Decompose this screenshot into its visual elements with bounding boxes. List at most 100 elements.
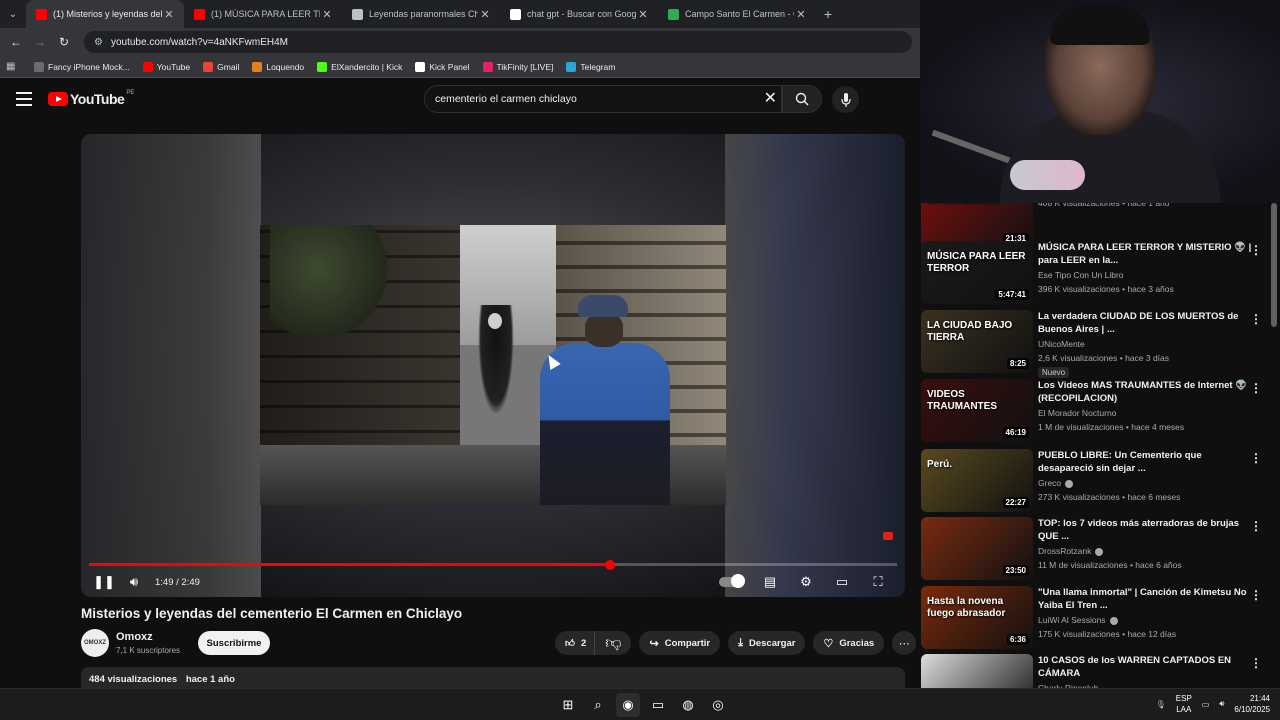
clear-search-icon[interactable]: ✕	[764, 90, 777, 108]
tab-search-icon[interactable]: ⌄	[0, 0, 26, 28]
like-button[interactable]: 👍︎ 2	[555, 631, 596, 655]
address-bar[interactable]: ⚙ youtube.com/watch?v=4aNKFwmEH4M	[84, 31, 912, 53]
chrome-icon[interactable]: ◉	[616, 693, 640, 717]
video-title[interactable]: PUEBLO LIBRE: Un Cementerio que desapare…	[1038, 449, 1258, 475]
more-options-icon[interactable]: ⋮	[1250, 656, 1262, 670]
theater-mode-icon[interactable]: ▭	[827, 570, 857, 594]
browser-tab[interactable]: (1) MÚSICA PARA LEER TERROR✕	[184, 0, 342, 28]
video-title[interactable]: La verdadera CIUDAD DE LOS MUERTOS de Bu…	[1038, 310, 1258, 336]
channel-watermark-icon[interactable]	[883, 532, 893, 540]
recommended-video[interactable]: 10 CASOS de los WARREN CAPTADOS EN CÁMAR…	[920, 654, 1272, 688]
recommended-video[interactable]: MÚSICA PARA LEER TERROR 5:47:41 MÚSICA PAR…	[920, 241, 1272, 305]
video-title[interactable]: 10 CASOS de los WARREN CAPTADOS EN CÁMAR…	[1038, 654, 1258, 680]
bookmark-item[interactable]: TikFinity [LIVE]	[482, 61, 553, 72]
new-tab-button[interactable]: +	[816, 0, 840, 28]
pause-icon[interactable]: ❚❚	[89, 570, 119, 594]
search-button[interactable]	[782, 85, 822, 113]
channel-name[interactable]: DrossRotzank	[1038, 546, 1104, 556]
video-thumbnail[interactable]: Hasta la novena fuego abrasador 6:36	[921, 586, 1033, 649]
video-frame	[260, 225, 726, 505]
site-info-icon[interactable]: ⚙	[94, 37, 103, 48]
bookmark-item[interactable]: Kick Panel	[415, 61, 470, 72]
video-title[interactable]: TOP: los 7 videos más aterradoras de bru…	[1038, 517, 1258, 543]
video-title[interactable]: "Una llama inmortal" | Canción de Kimets…	[1038, 586, 1258, 612]
close-tab-icon[interactable]: ✕	[636, 8, 650, 21]
search-icon[interactable]: ⌕	[586, 693, 610, 717]
reload-icon[interactable]: ↻	[52, 30, 76, 54]
autoplay-toggle[interactable]	[719, 574, 745, 588]
progress-scrubber[interactable]	[605, 559, 616, 570]
channel-name[interactable]: LuiWi Al Sessions	[1038, 615, 1118, 625]
video-title[interactable]: Los Videos MAS TRAUMANTES de Internet 👽 …	[1038, 379, 1258, 405]
browser-tab[interactable]: chat gpt - Buscar con Google ✕	[500, 0, 658, 28]
more-options-icon[interactable]: ⋮	[1250, 312, 1262, 326]
download-button[interactable]: ⤓ Descargar	[728, 631, 806, 655]
microphone-tray-icon[interactable]: 🎙︎	[1156, 700, 1166, 709]
more-options-icon[interactable]: ⋮	[1250, 588, 1262, 602]
video-thumbnail[interactable]: MÚSICA PARA LEER TERROR 5:47:41	[921, 241, 1033, 304]
channel-name[interactable]: Ese Tipo Con Un Libro	[1038, 270, 1124, 280]
channel-name[interactable]: UNicoMente	[1038, 339, 1085, 349]
video-title[interactable]: MÚSICA PARA LEER TERROR Y MISTERIO 👽 | p…	[1038, 241, 1258, 267]
bookmark-item[interactable]: Gmail	[203, 61, 239, 72]
video-thumbnail[interactable]: Perú. 22:27	[921, 449, 1033, 512]
more-options-icon[interactable]: ⋮	[1250, 519, 1262, 533]
forward-icon[interactable]: →	[28, 30, 52, 54]
file-explorer-icon[interactable]: ▭	[646, 693, 670, 717]
fullscreen-icon[interactable]: ⛶	[863, 570, 893, 594]
more-actions-icon[interactable]: ⋯	[892, 631, 917, 655]
speaker-icon[interactable]: 🔊︎	[1219, 699, 1224, 709]
channel-name[interactable]: Omoxz	[116, 631, 180, 643]
network-icon[interactable]: ▭	[1202, 700, 1210, 709]
bookmark-item[interactable]: YouTube	[142, 61, 190, 72]
browser-tab[interactable]: Campo Santo El Carmen - Goog✕	[658, 0, 816, 28]
discord-icon[interactable]: ◍	[676, 693, 700, 717]
recommended-video[interactable]: LA CIUDAD BAJO TIERRA 8:25 La verdadera CI…	[920, 310, 1272, 378]
more-options-icon[interactable]: ⋮	[1250, 451, 1262, 465]
clock[interactable]: 21:44 6/10/2025	[1234, 693, 1270, 715]
subscribe-button[interactable]: Suscribirme	[198, 631, 270, 655]
recommended-video[interactable]: 23:50 TOP: los 7 videos más aterradoras d…	[920, 517, 1272, 581]
browser-tab[interactable]: Leyendas paranormales Chiclay✕	[342, 0, 500, 28]
thanks-button[interactable]: ♡ Gracias	[813, 631, 885, 655]
recommended-video[interactable]: VIDEOS TRAUMANTES 46:19 Los Videos MAS TRA…	[920, 379, 1272, 443]
scrollbar-thumb[interactable]	[1271, 203, 1277, 327]
channel-name[interactable]: El Morador Nocturno	[1038, 408, 1116, 418]
back-icon[interactable]: ←	[4, 30, 28, 54]
bookmark-item[interactable]: Loquendo	[252, 61, 304, 72]
apps-grid-icon[interactable]: ▦	[6, 61, 24, 72]
bookmark-item[interactable]: Fancy iPhone Mock...	[34, 61, 130, 72]
video-thumbnail[interactable]: VIDEOS TRAUMANTES 46:19	[921, 379, 1033, 442]
more-options-icon[interactable]: ⋮	[1250, 381, 1262, 395]
voice-search-button[interactable]	[832, 86, 859, 113]
bookmark-item[interactable]: Telegram	[566, 61, 615, 72]
bookmark-item[interactable]: ElXandercito | Kick	[317, 61, 402, 72]
description-box[interactable]: 484 visualizaciones hace 1 año	[81, 667, 905, 688]
language-indicator[interactable]: ESP LAA	[1176, 693, 1192, 715]
close-tab-icon[interactable]: ✕	[794, 8, 808, 21]
video-thumbnail[interactable]	[921, 654, 1033, 688]
browser-tab[interactable]: (1) Misterios y leyendas del ✕	[26, 0, 184, 28]
channel-name[interactable]: Greco	[1038, 478, 1074, 488]
youtube-logo[interactable]: YouTube PE	[48, 90, 134, 107]
obs-icon[interactable]: ◎	[706, 693, 730, 717]
close-tab-icon[interactable]: ✕	[162, 8, 176, 21]
share-button[interactable]: ↪ Compartir	[639, 631, 721, 655]
subtitles-icon[interactable]: ▤	[755, 570, 785, 594]
close-tab-icon[interactable]: ✕	[320, 8, 334, 21]
dislike-button[interactable]: 👎︎	[595, 631, 631, 655]
recommended-video[interactable]: Hasta la novena fuego abrasador 6:36 "Una …	[920, 586, 1272, 650]
close-tab-icon[interactable]: ✕	[478, 8, 492, 21]
menu-icon[interactable]	[16, 92, 32, 106]
progress-bar[interactable]	[89, 559, 897, 570]
channel-avatar[interactable]: OMOXZ	[81, 629, 109, 657]
settings-gear-icon[interactable]: ⚙	[791, 570, 821, 594]
windows-start-icon[interactable]: ⊞	[556, 693, 580, 717]
recommended-video[interactable]: Perú. 22:27 PUEBLO LIBRE: Un Cementerio qu…	[920, 449, 1272, 513]
search-input[interactable]: cementerio el carmen chiclayo ✕	[424, 85, 782, 113]
video-thumbnail[interactable]: LA CIUDAD BAJO TIERRA 8:25	[921, 310, 1033, 373]
volume-icon[interactable]: 🔊︎	[119, 570, 149, 594]
video-thumbnail[interactable]: 23:50	[921, 517, 1033, 580]
video-player[interactable]: ❚❚ 🔊︎ 1:49 / 2:49 ▤ ⚙ ▭ ⛶	[81, 134, 905, 597]
more-options-icon[interactable]: ⋮	[1250, 243, 1262, 257]
